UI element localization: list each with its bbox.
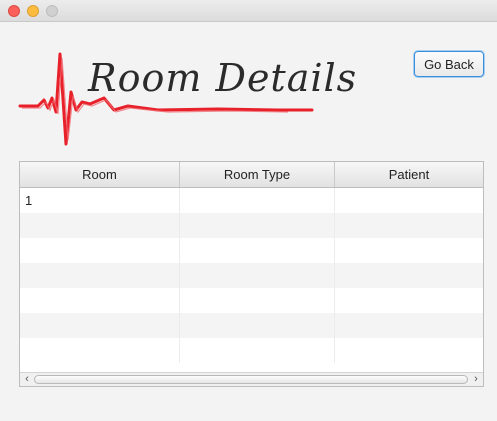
table-cell-patient	[335, 213, 483, 238]
scrollbar-thumb[interactable]	[34, 375, 468, 384]
table-row[interactable]	[20, 263, 483, 288]
table-row[interactable]	[20, 238, 483, 263]
table-row[interactable]	[20, 338, 483, 363]
table-cell-patient	[335, 188, 483, 213]
table-cell-room-type	[180, 338, 335, 363]
table-cell-room-type	[180, 213, 335, 238]
table-cell-patient	[335, 313, 483, 338]
table-body: 1	[20, 188, 483, 363]
table-cell-patient	[335, 263, 483, 288]
window-close-button[interactable]	[8, 5, 20, 17]
table-row[interactable]	[20, 288, 483, 313]
go-back-button[interactable]: Go Back	[414, 51, 484, 77]
scroll-left-icon[interactable]: ‹	[21, 373, 33, 386]
table-cell-room	[20, 288, 180, 313]
table-header: Room Room Type Patient	[20, 162, 483, 188]
table-cell-room-type	[180, 263, 335, 288]
table-row[interactable]	[20, 313, 483, 338]
page-title: Room Details	[88, 56, 358, 100]
column-header-room-type[interactable]: Room Type	[180, 162, 335, 187]
table-row[interactable]: 1	[20, 188, 483, 213]
room-details-table: Room Room Type Patient 1 ‹ ›	[19, 161, 484, 387]
horizontal-scrollbar[interactable]: ‹ ›	[20, 372, 483, 386]
table-cell-room	[20, 338, 180, 363]
column-header-patient[interactable]: Patient	[335, 162, 483, 187]
table-cell-room-type	[180, 313, 335, 338]
table-row[interactable]	[20, 213, 483, 238]
table-cell-room-type	[180, 238, 335, 263]
table-cell-room	[20, 238, 180, 263]
window-maximize-button[interactable]	[46, 5, 58, 17]
window-titlebar	[0, 0, 497, 22]
header-logo: Room Details	[18, 52, 356, 148]
table-cell-room: 1	[20, 188, 180, 213]
table-cell-room-type	[180, 188, 335, 213]
table-cell-room	[20, 263, 180, 288]
table-cell-room	[20, 313, 180, 338]
table-cell-room	[20, 213, 180, 238]
column-header-room[interactable]: Room	[20, 162, 180, 187]
table-cell-patient	[335, 238, 483, 263]
table-cell-room-type	[180, 288, 335, 313]
window-minimize-button[interactable]	[27, 5, 39, 17]
table-cell-patient	[335, 288, 483, 313]
table-cell-patient	[335, 338, 483, 363]
scroll-right-icon[interactable]: ›	[470, 373, 482, 386]
